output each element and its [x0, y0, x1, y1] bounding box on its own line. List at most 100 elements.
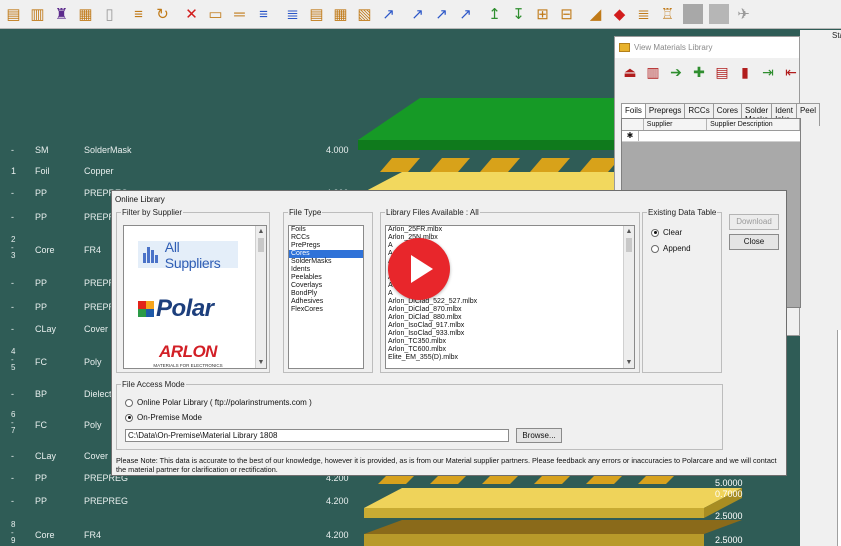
- layer-number: -: [11, 278, 14, 288]
- books-red-icon[interactable]: ▥: [644, 63, 662, 81]
- export-icon[interactable]: ⇥: [759, 63, 777, 81]
- scroll-thumb[interactable]: [626, 238, 632, 252]
- file-type-item[interactable]: PrePregs: [289, 242, 363, 250]
- library-file-item[interactable]: Arlon_TC600.mlbx: [386, 346, 634, 354]
- wizard-icon[interactable]: ♜: [50, 3, 73, 26]
- library-file-item[interactable]: Arlon_IsoClad_933.mlbx: [386, 330, 634, 338]
- column-supplier[interactable]: Supplier: [644, 119, 708, 130]
- library-icon[interactable]: ▥: [26, 3, 49, 26]
- file-type-item[interactable]: Peelables: [289, 274, 363, 282]
- library-file-item[interactable]: Arlon_DiClad_880.mlbx: [386, 314, 634, 322]
- layer-stack-icon[interactable]: ≣: [281, 3, 304, 26]
- library-file-item[interactable]: Arlon_IsoClad_917.mlbx: [386, 322, 634, 330]
- rotate-icon[interactable]: ↻: [151, 3, 174, 26]
- document-icon[interactable]: ▧: [353, 3, 376, 26]
- layer-number-range: 6-7: [11, 411, 15, 435]
- merge-icon[interactable]: ⊞: [531, 3, 554, 26]
- delete-icon[interactable]: ✕: [180, 3, 203, 26]
- stack-icon[interactable]: ≡: [127, 3, 150, 26]
- cube-icon[interactable]: ◆: [608, 3, 631, 26]
- layer-number: -: [11, 473, 14, 483]
- library-file-item[interactable]: Arlon_TC350.mlbx: [386, 338, 634, 346]
- browse-button[interactable]: Browse...: [516, 428, 562, 443]
- building-icon[interactable]: ♖: [656, 3, 679, 26]
- calc-icon[interactable]: ≣: [632, 3, 655, 26]
- library-scrollbar[interactable]: ▲ ▼: [623, 226, 634, 368]
- arrow-up-right-icon[interactable]: ↗: [430, 3, 453, 26]
- import-icon[interactable]: ➔: [667, 63, 685, 81]
- layer-row[interactable]: 8-9 Core FR4 4.200: [0, 521, 360, 545]
- disabled-icon[interactable]: [709, 4, 729, 24]
- disabled-icon[interactable]: [683, 4, 703, 24]
- library-file-item[interactable]: Arlon_25FR.mlbx: [386, 226, 634, 234]
- file-type-item[interactable]: Adhesives: [289, 298, 363, 306]
- download-button[interactable]: Download: [729, 214, 779, 230]
- scroll-down-icon[interactable]: ▼: [256, 357, 266, 368]
- layer-row[interactable]: - SM SolderMask 4.000: [0, 143, 360, 157]
- supplier-polar[interactable]: Polar: [138, 294, 214, 324]
- edit-material-icon[interactable]: ▤: [713, 63, 731, 81]
- supplier-list[interactable]: All Suppliers Polar ARLON MATERIALS FOR …: [123, 225, 267, 369]
- move-down-icon[interactable]: ↧: [507, 3, 530, 26]
- file-type-item[interactable]: SolderMasks: [289, 258, 363, 266]
- editor-icon[interactable]: ▦: [74, 3, 97, 26]
- file-type-item[interactable]: FlexCores: [289, 306, 363, 314]
- radio-on-premise[interactable]: On-Premise Mode: [125, 413, 202, 422]
- library-path-field[interactable]: C:\Data\On-Premise\Material Library 1808: [125, 429, 509, 442]
- delete-material-icon[interactable]: ▮: [736, 63, 754, 81]
- file-type-item[interactable]: BondPly: [289, 290, 363, 298]
- close-button[interactable]: Close: [729, 234, 779, 250]
- scroll-up-icon[interactable]: ▲: [256, 226, 266, 237]
- exit-icon[interactable]: ⏏: [621, 63, 639, 81]
- print-icon[interactable]: ▦: [329, 3, 352, 26]
- supplier-scrollbar[interactable]: ▲ ▼: [255, 226, 266, 368]
- radio-clear-dot[interactable]: [651, 228, 659, 237]
- library-file-item[interactable]: Elite_EM_355(D).mlbx: [386, 354, 634, 362]
- frame-icon[interactable]: ▭: [204, 3, 227, 26]
- line-stack-icon[interactable]: ≡: [252, 3, 275, 26]
- trace-icon[interactable]: ═: [228, 3, 251, 26]
- dialog-title: Online Library: [115, 195, 165, 204]
- column-supplier-description[interactable]: Supplier Description: [707, 119, 800, 130]
- radio-clear[interactable]: Clear: [651, 228, 682, 237]
- file-type-item[interactable]: Foils: [289, 226, 363, 234]
- file-type-item[interactable]: Cores: [289, 250, 363, 258]
- radio-append[interactable]: Append: [651, 244, 691, 253]
- layer-row[interactable]: - PP PREPREG 4.200: [0, 494, 360, 508]
- page-icon[interactable]: ▯: [98, 3, 121, 26]
- open-file-icon[interactable]: ▤: [2, 3, 25, 26]
- grid-new-row[interactable]: ✱: [622, 131, 800, 142]
- arrow-up-right-icon[interactable]: ↗: [454, 3, 477, 26]
- online-library-dialog[interactable]: Online Library Filter by Supplier All Su…: [111, 190, 787, 476]
- arrow-up-right-icon[interactable]: ↗: [377, 3, 400, 26]
- paint-icon[interactable]: ◢: [584, 3, 607, 26]
- add-material-icon[interactable]: ✚: [690, 63, 708, 81]
- filter-icon[interactable]: ⇤: [782, 63, 800, 81]
- radio-online-library[interactable]: Online Polar Library ( ftp://polarinstru…: [125, 398, 312, 407]
- supplier-arlon[interactable]: ARLON MATERIALS FOR ELECTRONICS: [138, 342, 238, 368]
- file-type-item[interactable]: RCCs: [289, 234, 363, 242]
- radio-online-dot[interactable]: [125, 398, 133, 407]
- layer-number-range: 2-3: [11, 236, 15, 260]
- plane-icon[interactable]: ✈: [732, 3, 755, 26]
- move-up-icon[interactable]: ↥: [483, 3, 506, 26]
- radio-append-dot[interactable]: [651, 244, 659, 253]
- layer-number: -: [11, 496, 14, 506]
- arrow-up-right-icon[interactable]: ↗: [406, 3, 429, 26]
- scroll-thumb[interactable]: [258, 238, 264, 252]
- library-file-item[interactable]: Arlon_DiClad_870.mlbx: [386, 306, 634, 314]
- scroll-up-icon[interactable]: ▲: [624, 226, 634, 237]
- report-icon[interactable]: ▤: [305, 3, 328, 26]
- file-type-item[interactable]: Idents: [289, 266, 363, 274]
- file-type-list[interactable]: Foils RCCs PrePregs Cores SolderMasks Idents P…: [288, 225, 364, 369]
- file-type-item[interactable]: Coverlays: [289, 282, 363, 290]
- supplier-all-suppliers[interactable]: All Suppliers: [138, 239, 238, 271]
- split-icon[interactable]: ⊟: [555, 3, 578, 26]
- video-play-button[interactable]: [388, 238, 450, 300]
- radio-onprem-dot[interactable]: [125, 413, 133, 422]
- layer-thickness: 4.200: [326, 530, 349, 540]
- scroll-down-icon[interactable]: ▼: [624, 357, 634, 368]
- vml-titlebar[interactable]: View Materials Library: [615, 37, 799, 58]
- right-pane: [837, 330, 841, 546]
- layer-row[interactable]: 1 Foil Copper: [0, 164, 360, 178]
